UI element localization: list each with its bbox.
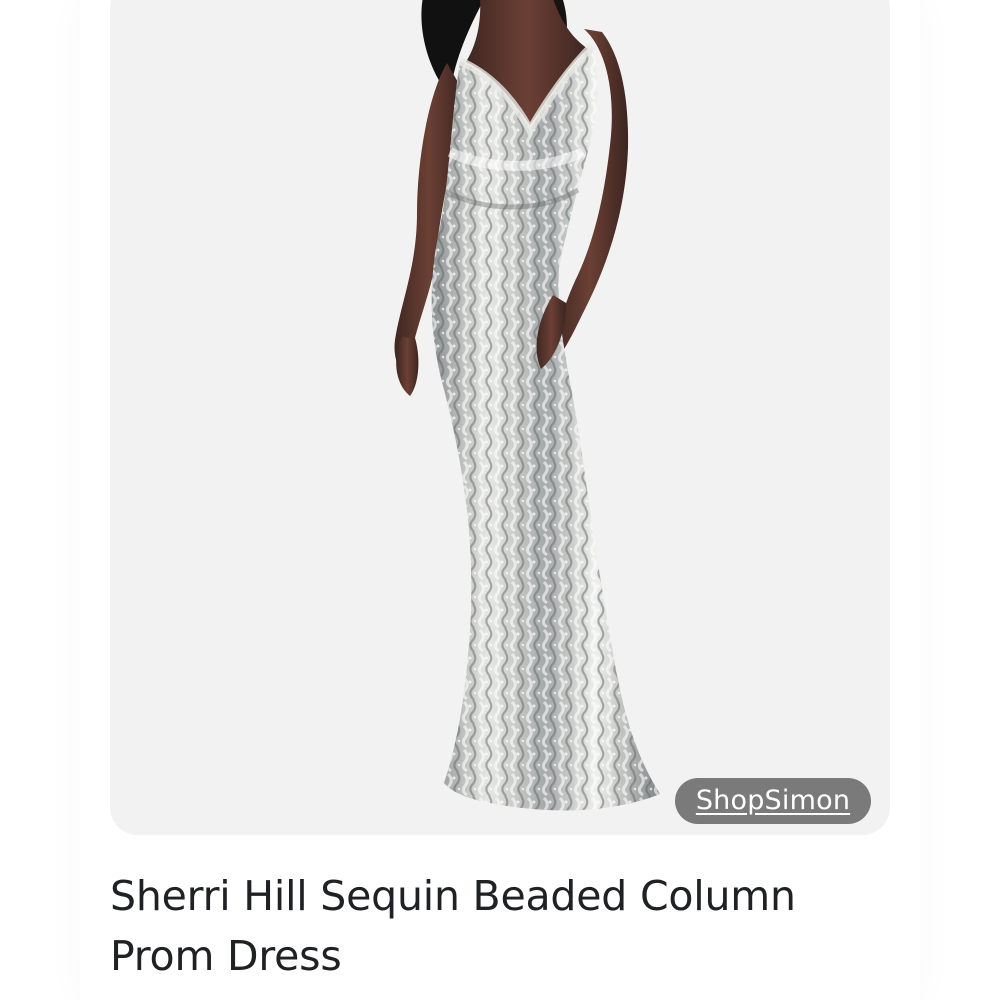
product-title[interactable]: Sherri Hill Sequin Beaded Column Prom Dr… xyxy=(110,866,890,986)
dress-model-illustration xyxy=(110,0,890,835)
product-result-page: ShopSimon Sherri Hill Sequin Beaded Colu… xyxy=(0,0,1000,1000)
product-image[interactable] xyxy=(110,0,890,835)
source-link-chip[interactable]: ShopSimon xyxy=(675,778,871,824)
